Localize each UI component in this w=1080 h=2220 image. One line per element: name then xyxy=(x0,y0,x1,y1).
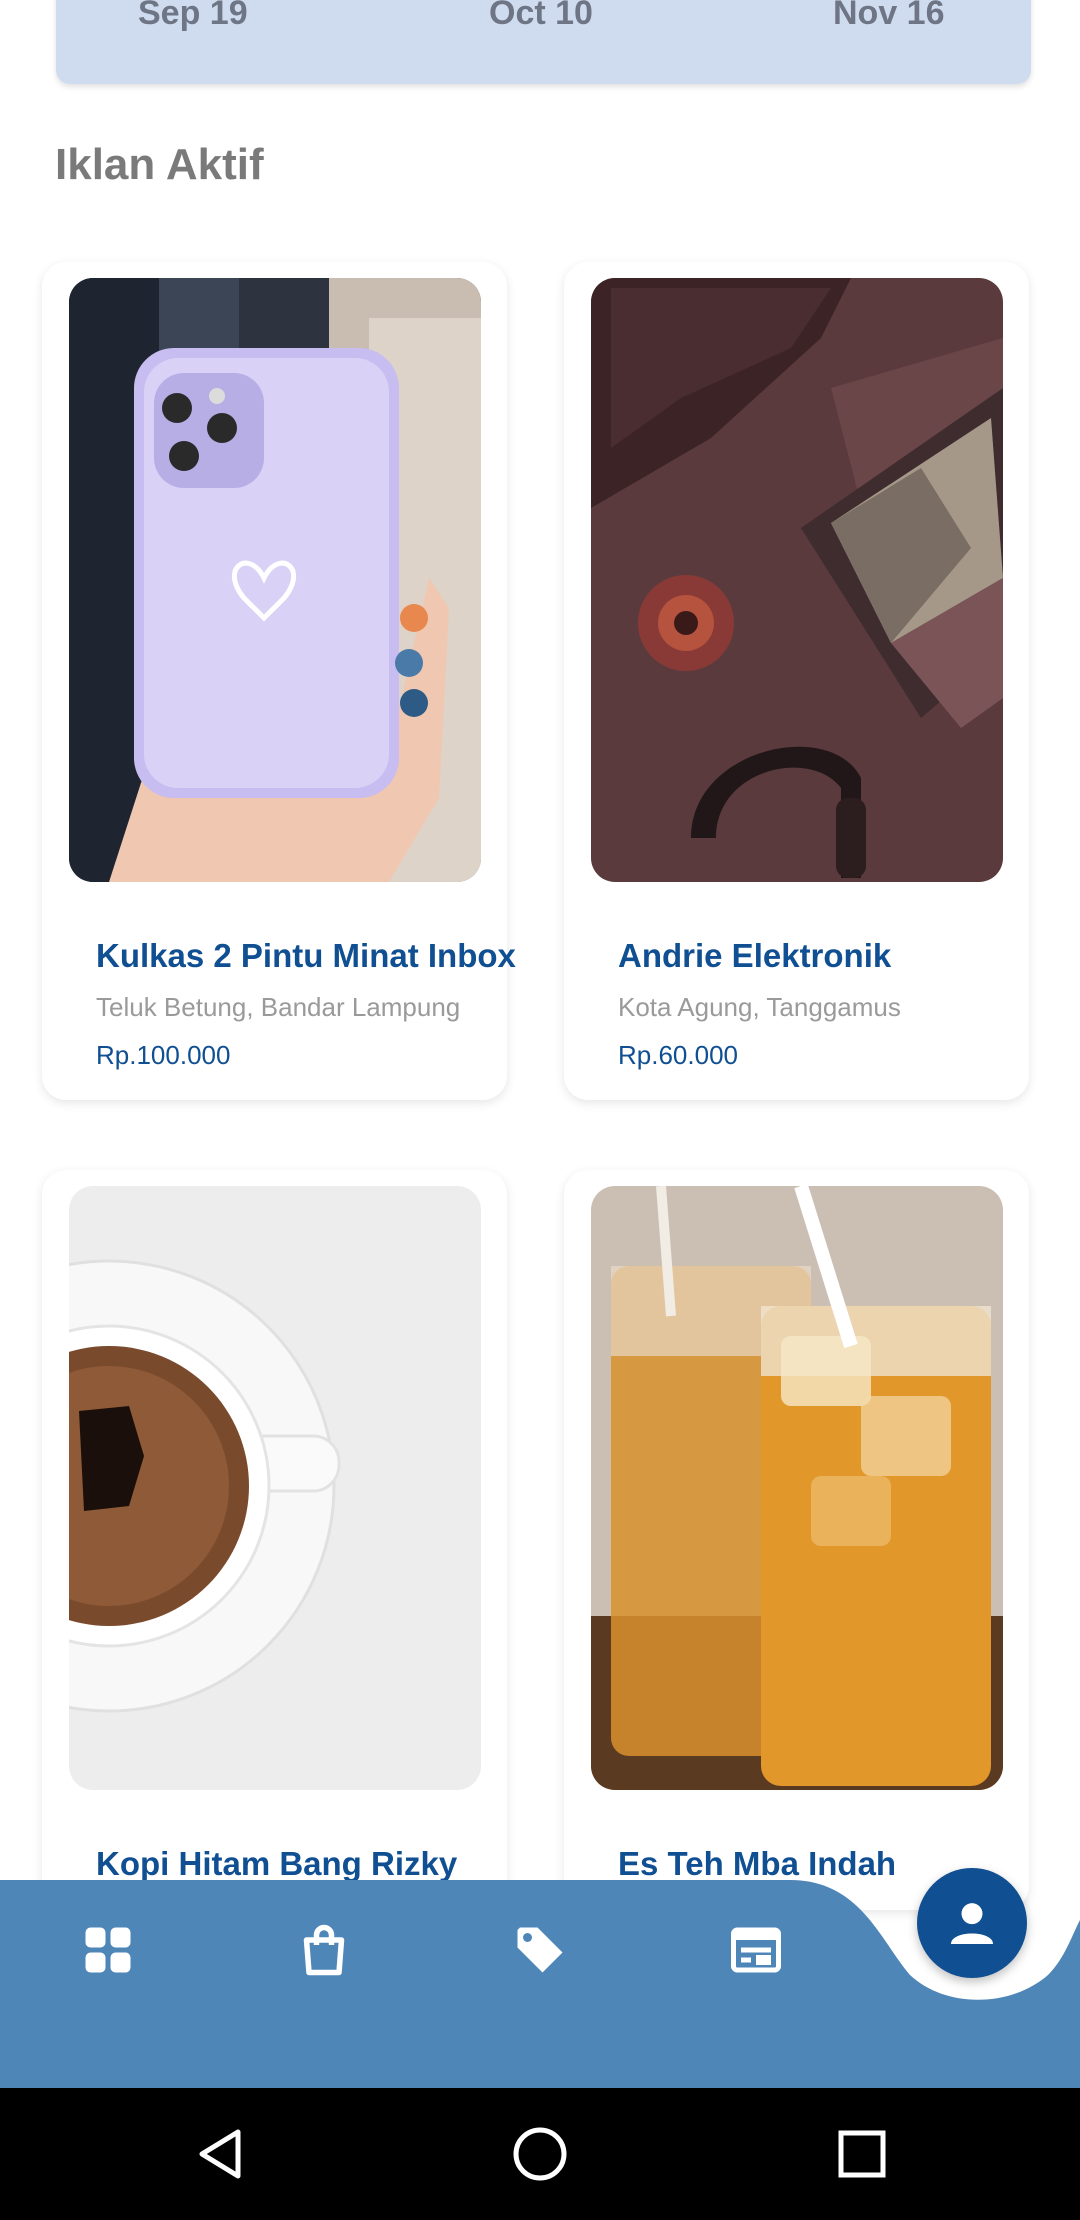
listing-name: Kulkas 2 Pintu Minat Inbox xyxy=(96,937,516,974)
back-icon[interactable] xyxy=(190,2124,250,2184)
listing-card[interactable]: Es Teh Mba Indah xyxy=(564,1170,1029,1910)
listing-card[interactable]: Kopi Hitam Bang Rizky xyxy=(42,1170,507,1910)
axis-label: Sep 19 xyxy=(138,0,248,32)
listing-icon[interactable] xyxy=(726,1920,786,1980)
tag-icon[interactable] xyxy=(510,1920,570,1980)
shopping-bag-icon[interactable] xyxy=(294,1920,354,1980)
system-navigation-bar xyxy=(0,2088,1080,2220)
chart-strip: Sep 19 Oct 10 Nov 16 xyxy=(56,0,1031,84)
profile-button[interactable] xyxy=(917,1868,1027,1978)
listing-name: Kopi Hitam Bang Rizky xyxy=(96,1845,458,1882)
dashboard-icon[interactable] xyxy=(78,1920,138,1980)
listing-name: Andrie Elektronik xyxy=(618,937,892,974)
listing-name: Es Teh Mba Indah xyxy=(618,1845,897,1882)
listing-card[interactable]: Andrie Elektronik Kota Agung, Tanggamus … xyxy=(564,262,1029,1100)
axis-label: Oct 10 xyxy=(489,0,593,32)
recents-icon[interactable] xyxy=(832,2124,892,2184)
listing-location: Kota Agung, Tanggamus xyxy=(618,992,901,1022)
listing-card[interactable]: Kulkas 2 Pintu Minat Inbox Teluk Betung,… xyxy=(42,262,516,1100)
listing-image xyxy=(591,1186,1003,1790)
listing-location: Teluk Betung, Bandar Lampung xyxy=(96,992,461,1022)
listing-image xyxy=(69,1186,481,1790)
axis-label: Nov 16 xyxy=(833,0,945,32)
home-icon[interactable] xyxy=(510,2124,570,2184)
profile-icon xyxy=(951,1903,993,1944)
listing-price: Rp.100.000 xyxy=(96,1040,231,1070)
listing-image xyxy=(591,278,1003,882)
listing-price: Rp.60.000 xyxy=(618,1040,738,1070)
section-title: Iklan Aktif xyxy=(55,140,264,189)
listing-image xyxy=(69,278,481,882)
